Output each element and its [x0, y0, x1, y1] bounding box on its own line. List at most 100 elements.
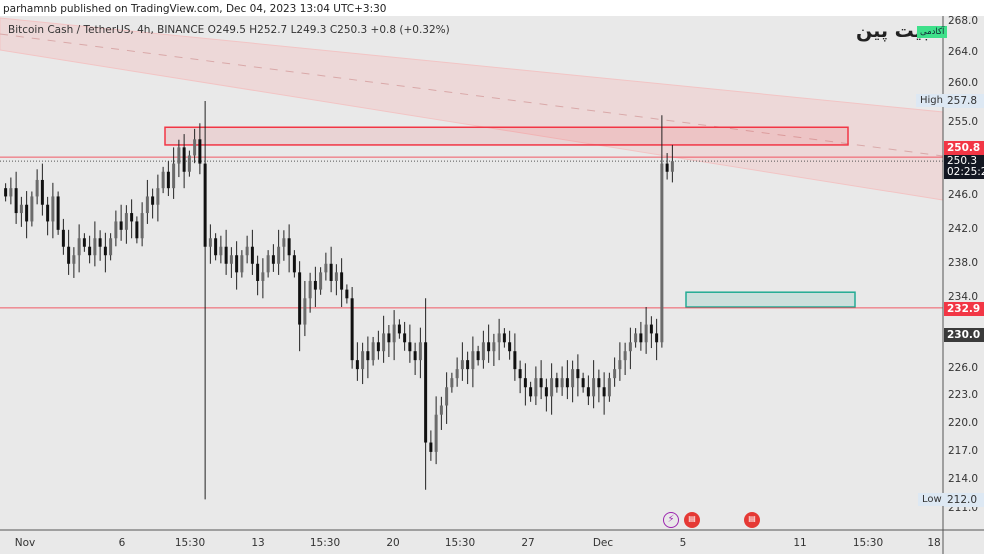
candle-body [571, 369, 575, 388]
candle-body [219, 246, 223, 256]
candle-body [634, 333, 638, 343]
candle-body [508, 342, 512, 352]
candle-body [392, 324, 396, 343]
time-tick: 15:30 [444, 537, 476, 549]
candle-body [555, 378, 559, 388]
candle-body [471, 351, 475, 370]
downtrend-channel [0, 17, 944, 201]
candle-body [46, 204, 50, 222]
candle-body [67, 246, 71, 264]
candle-body [649, 324, 653, 334]
support-zone [685, 291, 856, 308]
candle-body [424, 342, 428, 443]
time-tick: 15:30 [852, 537, 884, 549]
candle-body [261, 272, 265, 281]
candle-body [240, 255, 244, 273]
candle-body [408, 342, 412, 352]
candle-body [345, 289, 349, 299]
candle-body [418, 342, 422, 361]
extreme-price-label: 212.0 [944, 493, 984, 507]
candle-body [4, 188, 8, 197]
candle-body [576, 369, 580, 379]
candle-body [618, 360, 622, 370]
candle-body [172, 163, 176, 189]
candle-body [156, 188, 160, 205]
candle-body [623, 351, 627, 361]
candle-body [534, 378, 538, 397]
candle-body [565, 378, 569, 388]
candle-body [72, 255, 76, 264]
candle-body [103, 246, 107, 256]
price-tick: 260.0 [948, 76, 979, 89]
candle-body [208, 238, 212, 247]
candle-body [523, 378, 527, 388]
candle-body [266, 255, 270, 273]
candle-body [166, 171, 170, 189]
candle-body [592, 378, 596, 397]
us-flag-icon[interactable]: ▤ [684, 512, 700, 528]
time-tick: 11 [793, 537, 807, 549]
candle-body [487, 342, 491, 352]
candle-body [203, 163, 207, 247]
candle-body [308, 280, 312, 299]
candle-body [613, 369, 617, 379]
candle-body [329, 263, 333, 281]
candle-body [14, 188, 18, 214]
candle-body [518, 369, 522, 379]
candle-body [313, 280, 317, 290]
candle-body [145, 196, 149, 214]
candle-body [639, 333, 643, 343]
candle-body [82, 238, 86, 247]
candle-body [229, 255, 233, 264]
candle-body [114, 221, 118, 239]
candle-body [597, 378, 601, 388]
candle-body [476, 351, 480, 361]
candle-body [56, 196, 60, 230]
candle-body [602, 387, 606, 397]
candle-body [502, 333, 506, 343]
time-tick: 15:30 [174, 537, 206, 549]
price-tick: 214.0 [948, 473, 979, 486]
chart-canvas[interactable] [0, 0, 984, 554]
candle-body [340, 272, 344, 290]
candle-body [88, 246, 92, 256]
candle-body [303, 298, 307, 325]
candle-body [271, 255, 275, 264]
candle-body [124, 213, 128, 230]
us-flag-icon[interactable]: ▤ [744, 512, 760, 528]
time-tick: 20 [386, 537, 400, 549]
candle-body [250, 246, 254, 264]
price-badge: 250.3 02:25:2 [944, 155, 984, 179]
candle-body [544, 387, 548, 397]
candle-body [151, 196, 155, 205]
candle-body [350, 298, 354, 361]
candle-body [119, 221, 123, 230]
price-tick: 268.0 [948, 15, 979, 27]
candle-body [177, 147, 181, 164]
lightning-icon[interactable]: ⚡ [663, 512, 679, 528]
candle-body [581, 378, 585, 388]
price-tick: 223.0 [948, 389, 979, 402]
candle-body [670, 161, 674, 172]
symbol-legend: Bitcoin Cash / TetherUS, 4h, BINANCE O24… [8, 24, 450, 36]
candle-body [235, 255, 239, 273]
candle-body [30, 196, 34, 222]
candle-body [560, 378, 564, 388]
candle-body [135, 221, 139, 239]
candle-body [61, 229, 65, 247]
candle-body [51, 196, 55, 222]
candle-body [187, 155, 191, 172]
candle-body [355, 360, 359, 370]
candle-body [529, 387, 533, 397]
candle-body [130, 213, 134, 222]
candle-body [655, 333, 659, 343]
candle-body [403, 333, 407, 343]
candle-body [245, 246, 249, 256]
time-tick: 13 [251, 537, 265, 549]
price-tick: 242.0 [948, 222, 979, 235]
candle-body [361, 351, 365, 370]
candle-body [93, 238, 97, 256]
candle-body [282, 238, 286, 247]
candle-body [413, 351, 417, 361]
logo-badge: آکادمی [917, 26, 948, 38]
